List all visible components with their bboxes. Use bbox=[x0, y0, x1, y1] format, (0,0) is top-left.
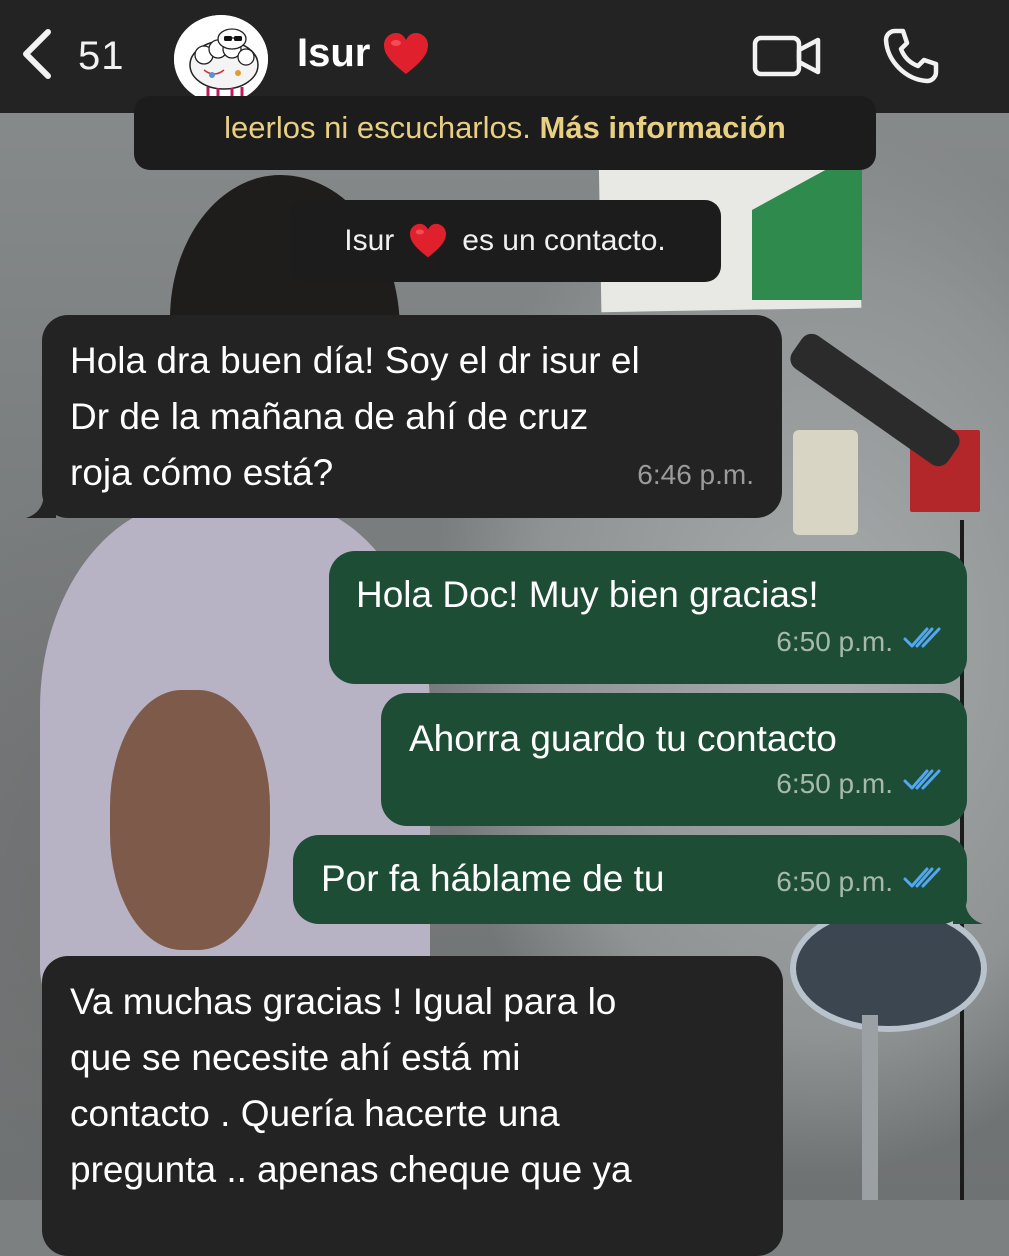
message-bubble-outgoing[interactable]: Hola Doc! Muy bien gracias! 6:50 p.m. bbox=[329, 551, 967, 684]
message-time: 6:46 p.m. bbox=[637, 447, 754, 503]
message-text: Ahorra guardo tu contacto bbox=[409, 718, 837, 759]
red-heart-icon bbox=[382, 32, 430, 76]
video-camera-icon bbox=[752, 35, 821, 77]
message-text: Va muchas gracias ! Igual para lo que se… bbox=[70, 981, 632, 1190]
bubble-tail bbox=[953, 898, 983, 924]
message-timestamp: 6:50 p.m. bbox=[776, 626, 893, 657]
double-check-read-icon bbox=[903, 756, 943, 812]
contact-notice-name: Isur bbox=[344, 224, 395, 257]
contact-notice-text: es un contacto. bbox=[462, 224, 666, 257]
message-text: Hola Doc! Muy bien gracias! bbox=[356, 574, 819, 615]
back-button[interactable]: 51 bbox=[20, 26, 125, 86]
message-timestamp: 6:50 p.m. bbox=[776, 866, 893, 897]
avatar[interactable] bbox=[174, 15, 268, 103]
encryption-text: leerlos ni escucharlos. bbox=[224, 110, 531, 145]
bubble-tail bbox=[26, 492, 56, 518]
message-time: 6:50 p.m. bbox=[776, 756, 943, 812]
wallpaper-gauge bbox=[790, 905, 987, 1032]
message-bubble-outgoing[interactable]: Por fa háblame de tu 6:50 p.m. bbox=[293, 835, 983, 924]
video-call-button[interactable] bbox=[752, 33, 822, 84]
phone-icon bbox=[883, 28, 939, 84]
message-time: 6:50 p.m. bbox=[776, 614, 943, 670]
contact-notice: Isur es un contacto. bbox=[289, 200, 721, 282]
double-check-read-icon bbox=[903, 614, 943, 670]
chevron-left-icon bbox=[20, 28, 56, 85]
wallpaper-pole bbox=[862, 1015, 878, 1200]
message-bubble-outgoing[interactable]: Ahorra guardo tu contacto 6:50 p.m. bbox=[381, 693, 967, 826]
double-check-read-icon bbox=[903, 854, 943, 910]
encryption-notice-text: leerlos ni escucharlos. Más información bbox=[134, 110, 876, 146]
message-timestamp: 6:46 p.m. bbox=[637, 459, 754, 490]
message-bubble-incoming[interactable]: Hola dra buen día! Soy el dr isur el Dr … bbox=[26, 315, 782, 518]
contact-name-text: Isur bbox=[297, 31, 371, 75]
voice-call-button[interactable] bbox=[882, 27, 940, 90]
message-bubble-incoming[interactable]: Va muchas gracias ! Igual para lo que se… bbox=[42, 956, 783, 1256]
unread-count: 51 bbox=[78, 33, 125, 78]
wallpaper-outlet bbox=[793, 430, 858, 535]
message-timestamp: 6:50 p.m. bbox=[776, 768, 893, 799]
contact-name[interactable]: Isur bbox=[297, 31, 430, 76]
encryption-notice: leerlos ni escucharlos. Más información bbox=[134, 96, 876, 170]
sheep-avatar-icon bbox=[174, 15, 268, 103]
message-text: Hola dra buen día! Soy el dr isur el Dr … bbox=[70, 340, 640, 493]
wallpaper-person-arm bbox=[110, 690, 270, 950]
message-time: 6:50 p.m. bbox=[776, 854, 943, 910]
message-text: Por fa háblame de tu bbox=[321, 858, 665, 899]
red-heart-icon bbox=[408, 223, 448, 259]
more-info-link[interactable]: Más información bbox=[540, 110, 786, 145]
